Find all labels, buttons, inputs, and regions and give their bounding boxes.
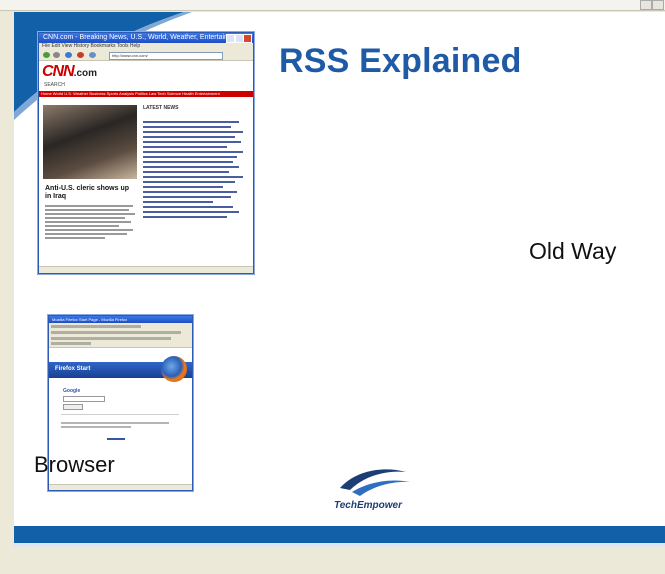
reload-icon bbox=[65, 52, 72, 58]
cnn-news-photo bbox=[43, 105, 137, 179]
slide-title: RSS Explained bbox=[279, 42, 522, 80]
cnn-headline: Anti-U.S. cleric shows up in Iraq bbox=[45, 185, 130, 200]
cnn-logo-text: CNN bbox=[42, 63, 75, 80]
cnn-latest-news-label: LATEST NEWS bbox=[143, 105, 179, 111]
techempower-swoosh-icon bbox=[340, 469, 410, 496]
techempower-logo-text: TechEmpower bbox=[334, 500, 402, 511]
cnn-menubar: File Edit View History Bookmarks Tools H… bbox=[39, 43, 253, 50]
cnn-search-label: SEARCH bbox=[44, 82, 65, 88]
minimize-icon bbox=[226, 34, 235, 43]
home-icon bbox=[89, 52, 96, 58]
techempower-logo: TechEmpower bbox=[334, 466, 424, 516]
cnn-toolbar: http://www.cnn.com/ bbox=[39, 50, 253, 61]
firefox-link bbox=[107, 438, 125, 440]
stop-icon bbox=[77, 52, 84, 58]
cnn-story-text bbox=[45, 205, 135, 241]
firefox-titlebar: Mozilla Firefox Start Page - Mozilla Fir… bbox=[49, 316, 192, 323]
back-icon bbox=[43, 52, 50, 58]
cnn-url-bar: http://www.cnn.com/ bbox=[109, 52, 223, 60]
window-close-button[interactable] bbox=[652, 0, 664, 10]
google-search-button bbox=[63, 404, 83, 410]
old-way-label: Old Way bbox=[529, 238, 617, 264]
google-label: Google bbox=[63, 388, 81, 394]
cnn-titlebar: CNN.com - Breaking News, U.S., World, We… bbox=[39, 33, 253, 43]
slide: RSS Explained CNN.com - Breaking News, U… bbox=[14, 12, 665, 547]
cnn-logo-suffix: .com bbox=[73, 68, 98, 79]
cnn-header: CNN.com SEARCH bbox=[39, 61, 253, 91]
close-icon bbox=[243, 34, 252, 43]
firefox-logo-icon bbox=[161, 356, 187, 382]
google-search-box bbox=[63, 396, 105, 402]
cnn-browser-screenshot: CNN.com - Breaking News, U.S., World, We… bbox=[38, 32, 254, 274]
cnn-logo: CNN.com bbox=[42, 63, 97, 81]
window-topbar bbox=[0, 0, 665, 11]
cnn-statusbar bbox=[39, 266, 253, 273]
firefox-toolbars bbox=[49, 323, 192, 348]
firefox-statusbar bbox=[49, 484, 192, 490]
bottom-band bbox=[14, 526, 665, 543]
divider bbox=[61, 414, 179, 415]
cnn-navbar: Home World U.S. Weather Business Sports … bbox=[39, 91, 253, 97]
browser-label: Browser bbox=[34, 452, 115, 477]
forward-icon bbox=[53, 52, 60, 58]
firefox-note-text bbox=[61, 422, 171, 430]
cnn-window-title: CNN.com - Breaking News, U.S., World, We… bbox=[43, 34, 234, 41]
firefox-start-label: Firefox Start bbox=[55, 366, 91, 372]
window-button[interactable] bbox=[640, 0, 652, 10]
bottom-band-light bbox=[14, 543, 665, 547]
cnn-latest-news-links bbox=[143, 121, 249, 221]
